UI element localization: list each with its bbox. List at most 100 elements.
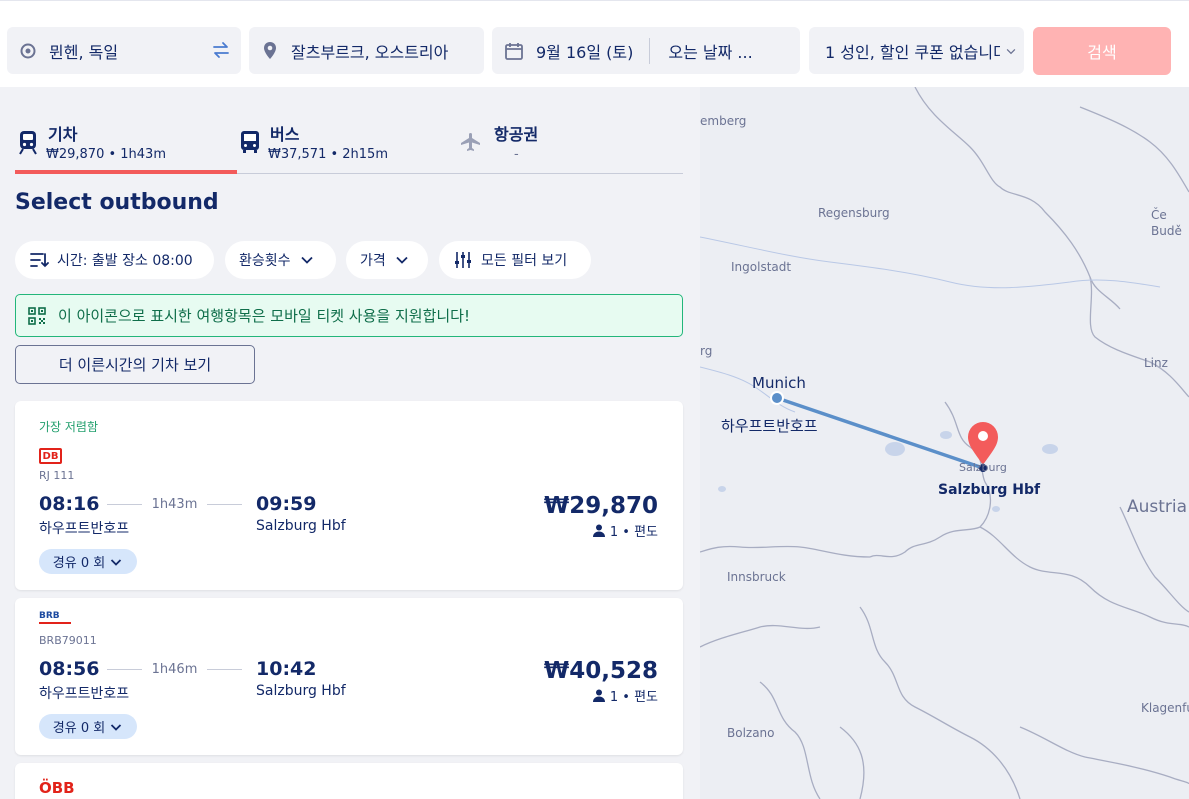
notice-text: 이 아이콘으로 표시한 여행항목은 모바일 티켓 사용을 지원합니다! <box>58 307 470 325</box>
map-label-budejovice: Če Budě <box>1151 208 1182 238</box>
departure-time: 08:16 <box>39 493 100 515</box>
duration-value: 1h43m <box>151 497 198 512</box>
origin-circle-icon <box>20 43 36 58</box>
to-value: 잘츠부르크, 오스트리아 <box>291 42 449 62</box>
map-borders <box>700 87 1189 799</box>
passenger-value: 1 성인, 할인 쿠폰 없습니다 <box>825 42 1008 62</box>
route-map[interactable]: emberg Regensburg Ingolstadt rg Linz Če … <box>700 87 1189 799</box>
map-label-salzburg: Salzburg <box>959 461 1007 474</box>
person-icon <box>592 524 605 537</box>
from-value: 뮌헨, 독일 <box>49 42 119 62</box>
stops-toggle[interactable]: 경유 0 회 <box>39 714 137 739</box>
person-icon <box>592 689 605 702</box>
return-date-input[interactable]: 오는 날짜 ... <box>668 39 752 63</box>
filter-all[interactable]: 모든 필터 보기 <box>439 241 591 279</box>
departure-time: 08:56 <box>39 658 100 680</box>
location-pin-icon <box>264 41 276 59</box>
chevron-down-icon <box>396 256 408 264</box>
date-field[interactable]: 9월 16일 (토) 오는 날짜 ... <box>492 27 800 74</box>
mobile-ticket-notice: 이 아이콘으로 표시한 여행항목은 모바일 티켓 사용을 지원합니다! <box>15 294 683 337</box>
tab-flight[interactable]: 항공권 - <box>459 117 681 174</box>
passenger-field[interactable]: 1 성인, 할인 쿠폰 없습니다 <box>809 27 1024 74</box>
tab-train-sub: ₩29,870 • 1h43m <box>46 147 166 162</box>
map-label-austria: Austria <box>1127 497 1188 517</box>
search-button[interactable]: 검색 <box>1033 27 1171 75</box>
bus-icon <box>241 131 259 153</box>
map-label-regensburg: Regensburg <box>818 206 890 220</box>
chevron-down-icon <box>111 723 122 731</box>
calendar-icon <box>505 42 523 60</box>
map-label-linz: Linz <box>1144 356 1168 370</box>
map-label-innsbruck: Innsbruck <box>727 570 786 584</box>
map-label-klagenfurt: Klagenfurt <box>1141 701 1189 715</box>
brb-logo: BRB <box>39 611 71 624</box>
passenger-info: 1 • 편도 <box>592 686 658 705</box>
db-logo: DB <box>39 448 62 464</box>
arrival-time: 10:42 <box>256 658 317 680</box>
tab-bus-label: 버스 <box>270 125 300 144</box>
arrival-station: Salzburg Hbf <box>256 518 346 534</box>
earlier-trains-button[interactable]: 더 이른시간의 기차 보기 <box>15 345 255 384</box>
tab-train-label: 기차 <box>48 125 78 144</box>
filter-price[interactable]: 가격 <box>346 241 428 279</box>
qr-code-icon <box>28 306 46 325</box>
map-label-ingolstadt: Ingolstadt <box>731 260 792 274</box>
chevron-down-icon <box>300 256 313 264</box>
page-title: Select outbound <box>15 190 219 215</box>
destination-station-label: Salzburg Hbf <box>938 482 1041 498</box>
result-card[interactable]: ÖBB <box>15 763 683 799</box>
sort-icon <box>30 253 49 268</box>
search-bar: 뮌헨, 독일 잘츠부르크, 오스트리아 9월 16일 (토) 오는 날짜 ...… <box>0 0 1189 87</box>
filter-time[interactable]: 시간: 출발 장소 08:00 <box>15 241 214 279</box>
swap-icon[interactable] <box>211 40 231 60</box>
cheapest-badge: 가장 저렴함 <box>39 420 99 434</box>
to-field[interactable]: 잘츠부르크, 오스트리아 <box>249 27 484 74</box>
from-field[interactable]: 뮌헨, 독일 <box>7 27 241 74</box>
price: ₩40,528 <box>543 658 658 684</box>
filter-price-label: 가격 <box>360 253 386 269</box>
origin-station-label: 하우프트반호프 <box>721 417 818 435</box>
map-label-bolzano: Bolzano <box>727 726 775 740</box>
passenger-info: 1 • 편도 <box>592 521 658 540</box>
chevron-down-icon <box>1000 42 1018 60</box>
train-number: BRB79011 <box>39 634 97 647</box>
sliders-icon <box>455 252 471 268</box>
result-card[interactable]: BRB BRB79011 08:56 1h46m 10:42 하우프트반호프 S… <box>15 598 683 755</box>
chevron-down-icon <box>111 558 122 566</box>
map-label-augsburg: rg <box>700 344 713 358</box>
passenger-info-text: 1 • 편도 <box>609 690 658 705</box>
transport-tabs: 기차 ₩29,870 • 1h43m 버스 ₩37,571 • 2h15m 항공… <box>15 117 683 174</box>
passenger-info-text: 1 • 편도 <box>609 525 658 540</box>
date-divider <box>649 37 651 64</box>
filter-transfers-label: 환승횟수 <box>239 253 291 269</box>
tab-flight-label: 항공권 <box>494 125 539 144</box>
duration-value: 1h46m <box>151 662 198 677</box>
tab-flight-sub: - <box>514 147 519 162</box>
brb-logo-text: BRB <box>39 611 60 621</box>
departure-date: 9월 16일 (토) <box>536 42 634 62</box>
arrival-station: Salzburg Hbf <box>256 683 346 699</box>
stops-toggle[interactable]: 경유 0 회 <box>39 549 137 574</box>
tab-bus[interactable]: 버스 ₩37,571 • 2h15m <box>237 117 459 174</box>
filter-time-label: 시간: 출발 장소 08:00 <box>57 253 193 269</box>
map-label-nuremberg: emberg <box>700 114 747 128</box>
tab-train[interactable]: 기차 ₩29,870 • 1h43m <box>15 117 237 174</box>
duration: 1h43m <box>107 497 242 512</box>
stops-label: 경유 0 회 <box>52 721 106 736</box>
train-number: RJ 111 <box>39 469 75 482</box>
duration: 1h46m <box>107 662 242 677</box>
filter-all-label: 모든 필터 보기 <box>481 253 568 269</box>
origin-city-label: Munich <box>752 374 806 392</box>
filter-transfers[interactable]: 환승횟수 <box>225 241 336 279</box>
tab-bus-sub: ₩37,571 • 2h15m <box>268 147 388 162</box>
arrival-time: 09:59 <box>256 493 317 515</box>
obb-logo: ÖBB <box>39 779 75 797</box>
stops-label: 경유 0 회 <box>52 556 106 571</box>
plane-icon <box>461 133 480 151</box>
departure-station: 하우프트반호프 <box>39 521 130 537</box>
departure-station: 하우프트반호프 <box>39 686 130 702</box>
train-icon <box>19 131 37 155</box>
result-card[interactable]: 가장 저렴함 DB RJ 111 08:16 1h43m 09:59 하우프트반… <box>15 401 683 590</box>
price: ₩29,870 <box>543 493 658 519</box>
results-panel: 기차 ₩29,870 • 1h43m 버스 ₩37,571 • 2h15m 항공… <box>0 87 700 799</box>
